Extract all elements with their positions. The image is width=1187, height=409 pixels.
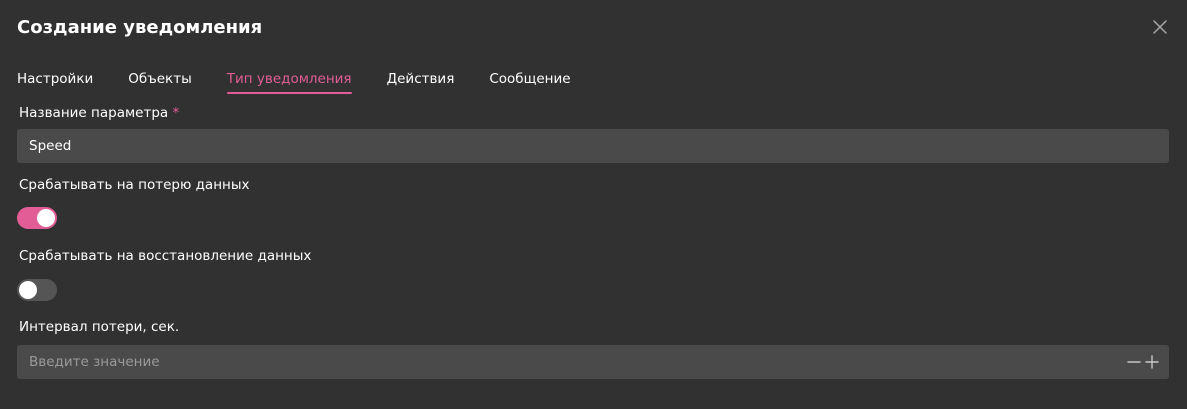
- loss-interval-input[interactable]: [17, 345, 1169, 379]
- param-name-input[interactable]: [17, 129, 1169, 163]
- tab-notification-type[interactable]: Тип уведомления: [226, 70, 352, 94]
- plus-icon: [1145, 355, 1159, 369]
- data-restore-label: Срабатывать на восстановление данных: [19, 248, 312, 264]
- loss-interval-field: [17, 345, 1169, 379]
- decrement-button[interactable]: [1125, 353, 1143, 371]
- toggle-knob: [19, 281, 37, 299]
- data-loss-toggle[interactable]: [17, 207, 57, 229]
- dialog-title: Создание уведомления: [17, 17, 263, 38]
- data-restore-toggle[interactable]: [17, 279, 57, 301]
- close-button[interactable]: [1150, 17, 1170, 37]
- data-loss-label: Срабатывать на потерю данных: [19, 177, 250, 193]
- close-icon: [1153, 20, 1167, 34]
- tab-settings[interactable]: Настройки: [17, 70, 93, 94]
- tab-objects[interactable]: Объекты: [128, 70, 191, 94]
- param-name-label: Название параметра *: [19, 104, 179, 122]
- toggle-knob: [37, 209, 55, 227]
- tab-bar: Настройки Объекты Тип уведомления Действ…: [17, 70, 606, 96]
- tab-message[interactable]: Сообщение: [489, 70, 570, 94]
- tab-actions[interactable]: Действия: [387, 70, 455, 94]
- param-name-label-text: Название параметра: [19, 105, 169, 121]
- increment-button[interactable]: [1143, 353, 1161, 371]
- required-mark: *: [172, 105, 180, 121]
- loss-interval-label: Интервал потери, сек.: [19, 319, 180, 335]
- minus-icon: [1127, 361, 1141, 363]
- param-name-field: [17, 129, 1169, 163]
